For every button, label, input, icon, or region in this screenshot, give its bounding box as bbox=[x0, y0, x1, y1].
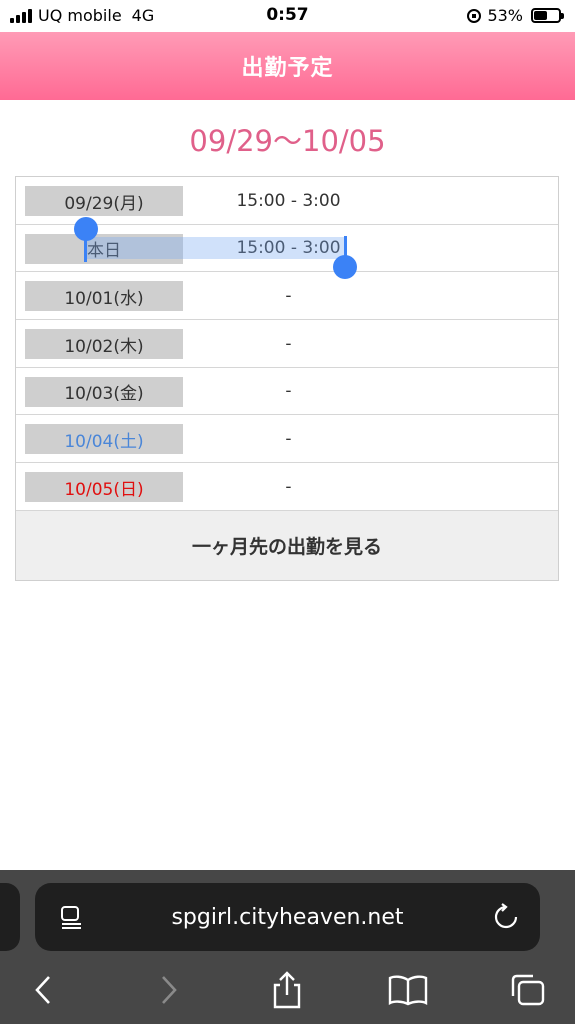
browser-toolbar bbox=[0, 958, 575, 1024]
shift-time: - bbox=[285, 428, 292, 449]
share-icon[interactable] bbox=[267, 970, 307, 1010]
shift-time: - bbox=[285, 285, 292, 306]
selection-start-handle[interactable] bbox=[74, 217, 98, 241]
schedule-row: 10/02(木) - bbox=[16, 320, 558, 368]
schedule-row: 10/04(土) - bbox=[16, 415, 558, 464]
schedule-row: 10/03(金) - bbox=[16, 368, 558, 416]
shift-time: - bbox=[285, 381, 292, 402]
schedule-row: 10/01(水) - bbox=[16, 272, 558, 321]
shift-time: 15:00 - 3:00 bbox=[236, 190, 341, 211]
page-title: 出勤予定 bbox=[241, 56, 334, 81]
tabs-icon[interactable] bbox=[508, 970, 548, 1010]
schedule-row: 09/29(月) 15:00 - 3:00 bbox=[16, 177, 558, 225]
week-range-title: 09/29〜10/05 bbox=[189, 124, 386, 158]
battery-percent: 53% bbox=[487, 6, 523, 25]
bookmarks-icon[interactable] bbox=[388, 970, 428, 1010]
previous-tab-preview[interactable] bbox=[0, 883, 20, 951]
text-selection-highlight bbox=[86, 237, 345, 259]
shift-time: - bbox=[285, 476, 292, 497]
day-label-sunday: 10/05(日) bbox=[25, 472, 183, 503]
reader-icon[interactable] bbox=[59, 905, 85, 929]
rotation-lock-icon bbox=[467, 8, 482, 23]
schedule-row: 10/05(日) - bbox=[16, 463, 558, 511]
shift-time: - bbox=[285, 333, 292, 354]
view-next-month-button[interactable]: 一ヶ月先の出勤を見る bbox=[16, 510, 558, 580]
day-label: 10/03(金) bbox=[25, 376, 183, 407]
day-label-saturday: 10/04(土) bbox=[25, 424, 183, 455]
url-text: spgirl.cityheaven.net bbox=[171, 904, 404, 930]
reload-icon[interactable] bbox=[492, 903, 520, 931]
day-label: 10/01(水) bbox=[25, 281, 183, 312]
page-header: 出勤予定 bbox=[0, 32, 575, 100]
battery-icon bbox=[531, 8, 564, 23]
day-label: 10/02(木) bbox=[25, 329, 183, 360]
status-bar: UQ mobile 4G 0:57 53% bbox=[0, 0, 575, 32]
forward-icon[interactable] bbox=[148, 970, 188, 1010]
back-icon[interactable] bbox=[24, 970, 64, 1010]
day-label: 09/29(月) bbox=[25, 186, 183, 216]
selection-end-handle[interactable] bbox=[333, 255, 357, 279]
address-bar[interactable]: spgirl.cityheaven.net bbox=[35, 883, 540, 951]
